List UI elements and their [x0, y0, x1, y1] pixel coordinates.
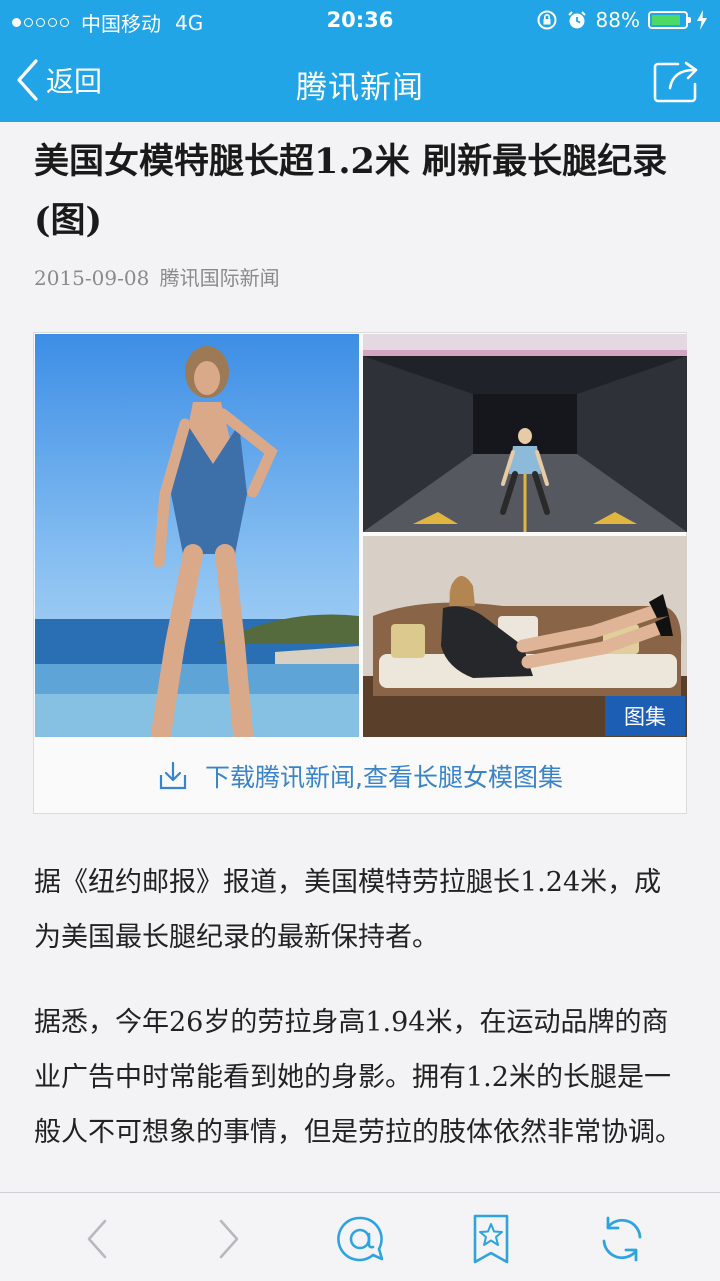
refresh-icon [602, 1216, 642, 1262]
photo-gallery[interactable]: 图集 下载腾讯新闻,查看长腿女模图集 [33, 332, 687, 814]
orientation-lock-icon [537, 10, 557, 30]
gallery-download-text: 下载腾讯新闻,查看长腿女模图集 [205, 763, 563, 792]
forward-nav-button[interactable] [200, 1211, 256, 1267]
status-right: 88% [536, 8, 708, 32]
share-icon [653, 61, 698, 103]
gallery-photo-1[interactable] [35, 334, 359, 737]
nav-bar: 返回 腾讯新闻 [0, 40, 720, 122]
favorite-button[interactable] [463, 1211, 519, 1267]
gallery-badge[interactable]: 图集 [605, 696, 685, 736]
article-source: 腾讯国际新闻 [159, 266, 280, 290]
comment-icon [337, 1216, 384, 1262]
share-button[interactable] [652, 58, 702, 108]
download-icon [159, 761, 187, 790]
back-icon [87, 1219, 107, 1259]
bottom-toolbar [0, 1192, 720, 1281]
comment-button[interactable] [332, 1211, 388, 1267]
alarm-icon [567, 11, 586, 29]
gallery-photo-2[interactable] [363, 334, 687, 532]
favorite-icon [473, 1214, 509, 1264]
charging-bolt-icon [697, 10, 707, 30]
forward-icon [219, 1219, 239, 1259]
article-paragraph: 据悉，今年26岁的劳拉身高1.94米，在运动品牌的商业广告中时常能看到她的身影。… [34, 1007, 682, 1148]
back-nav-button[interactable] [70, 1211, 126, 1267]
article-date: 2015-09-08 [34, 266, 150, 290]
article-paragraph: 据《纽约邮报》报道，美国模特劳拉腿长1.24米，成为美国最长腿纪录的最新保持者。 [34, 867, 662, 953]
battery-level [652, 15, 681, 25]
article-meta: 2015-09-08 腾讯国际新闻 [34, 262, 280, 291]
battery-icon [648, 11, 691, 29]
status-bar: 中国移动 4G 20:36 88% [0, 0, 720, 40]
refresh-button[interactable] [594, 1211, 650, 1267]
battery-percent: 88% [595, 8, 640, 32]
gallery-download-link[interactable]: 下载腾讯新闻,查看长腿女模图集 [34, 738, 686, 814]
page-title: 腾讯新闻 [296, 70, 424, 106]
article-title: 美国女模特腿长超1.2米 刷新最长腿纪录(图) [34, 141, 668, 241]
article-content[interactable]: 美国女模特腿长超1.2米 刷新最长腿纪录(图) 2015-09-08 腾讯国际新… [0, 122, 720, 1192]
